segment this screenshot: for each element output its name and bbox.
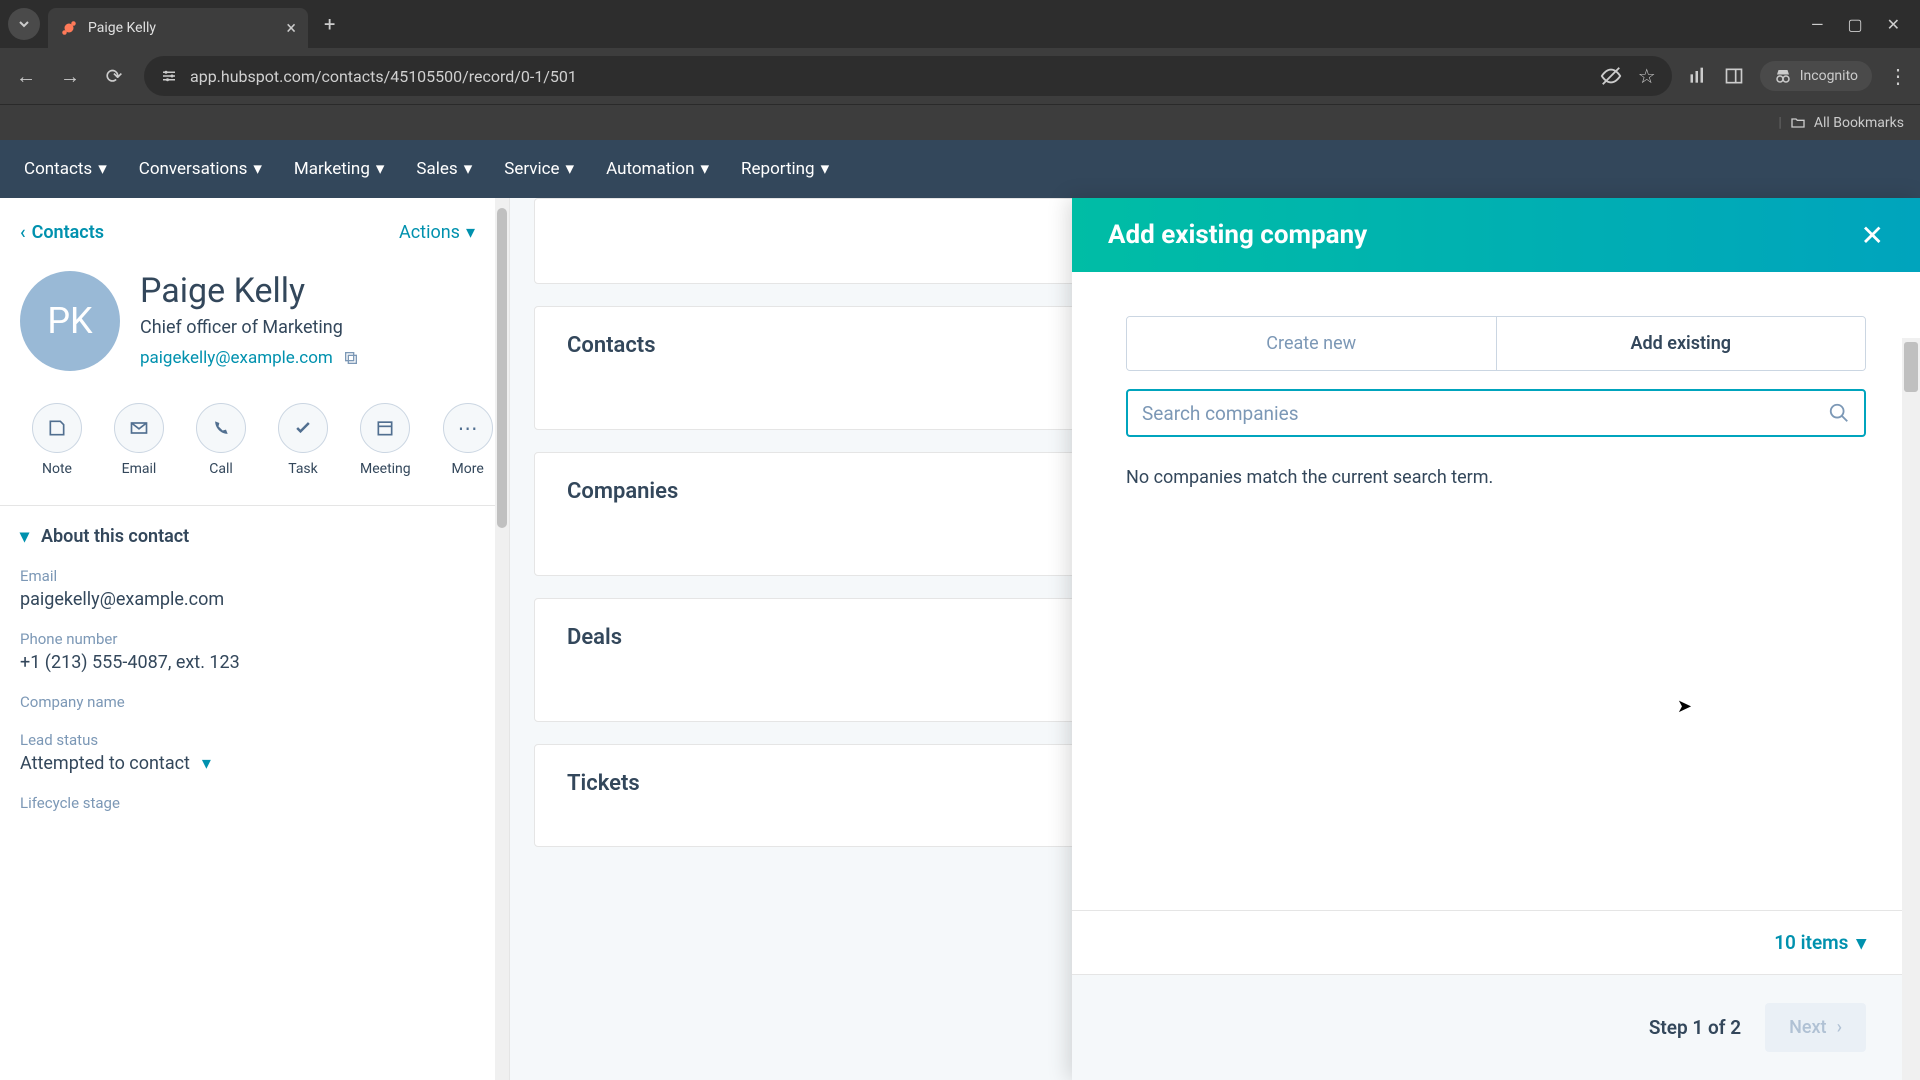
panel-close-button[interactable]: ✕ — [1861, 219, 1884, 252]
site-settings-icon — [160, 67, 178, 85]
about-section-toggle[interactable]: ▾ About this contact — [20, 526, 489, 547]
panel-header: Add existing company ✕ — [1072, 198, 1920, 272]
tab-create-new[interactable]: Create new — [1127, 317, 1497, 370]
nav-service[interactable]: Service▾ — [504, 159, 574, 179]
add-company-panel: Add existing company ✕ Create new Add ex… — [1072, 198, 1920, 1080]
chevron-right-icon: › — [1837, 1017, 1842, 1038]
eye-off-icon[interactable] — [1600, 65, 1622, 87]
chevron-down-icon — [18, 18, 30, 30]
browser-tab[interactable]: Paige Kelly × — [48, 8, 308, 48]
chevron-left-icon: ‹ — [20, 222, 26, 243]
lead-status-select[interactable]: Attempted to contact ▾ — [20, 753, 489, 774]
folder-icon — [1790, 115, 1806, 131]
bookmarks-bar: | All Bookmarks — [0, 104, 1920, 140]
meeting-button[interactable]: Meeting — [360, 403, 411, 477]
new-tab-button[interactable]: + — [324, 12, 335, 36]
phone-icon — [211, 418, 231, 438]
email-field-value[interactable]: paigekelly@example.com — [20, 589, 489, 610]
chevron-down-icon: ▾ — [1856, 931, 1866, 954]
items-per-page-select[interactable]: 10 items ▾ — [1774, 931, 1866, 954]
tab-add-existing[interactable]: Add existing — [1497, 317, 1866, 370]
search-companies-box[interactable] — [1126, 389, 1866, 437]
task-icon — [293, 418, 313, 438]
reload-button[interactable]: ⟳ — [100, 64, 128, 88]
contact-sidebar: ‹ Contacts Actions ▾ PK Paige Kelly Chie… — [0, 198, 510, 1080]
email-icon — [129, 418, 149, 438]
note-button[interactable]: Note — [32, 403, 82, 477]
browser-toolbar: ← → ⟳ app.hubspot.com/contacts/45105500/… — [0, 48, 1920, 104]
chevron-down-icon: ▾ — [253, 159, 262, 179]
email-button[interactable]: Email — [114, 403, 164, 477]
tab-title: Paige Kelly — [88, 20, 276, 36]
chevron-down-icon: ▾ — [566, 159, 575, 179]
call-button[interactable]: Call — [196, 403, 246, 477]
chevron-down-icon: ▾ — [20, 526, 29, 547]
address-bar[interactable]: app.hubspot.com/contacts/45105500/record… — [144, 56, 1672, 96]
nav-marketing[interactable]: Marketing▾ — [294, 159, 385, 179]
contact-job-title: Chief officer of Marketing — [140, 317, 489, 338]
lifecycle-stage-label: Lifecycle stage — [20, 794, 489, 812]
url-text: app.hubspot.com/contacts/45105500/record… — [190, 67, 577, 86]
tab-search-button[interactable] — [8, 8, 40, 40]
chevron-down-icon: ▾ — [202, 753, 211, 774]
page-scrollbar[interactable] — [1902, 338, 1920, 1080]
window-controls: — ▢ ✕ — [1811, 15, 1912, 34]
contact-name: Paige Kelly — [140, 271, 489, 311]
minimize-button[interactable]: — — [1811, 15, 1824, 34]
incognito-badge[interactable]: Incognito — [1760, 61, 1872, 91]
bookmark-star-icon[interactable]: ☆ — [1638, 64, 1656, 88]
phone-field-label: Phone number — [20, 630, 489, 648]
task-button[interactable]: Task — [278, 403, 328, 477]
browser-menu-button[interactable]: ⋮ — [1888, 64, 1908, 88]
sidebar-scrollbar[interactable] — [495, 198, 509, 1080]
calendar-icon — [375, 418, 395, 438]
chevron-down-icon: ▾ — [701, 159, 710, 179]
lead-status-label: Lead status — [20, 731, 489, 749]
copy-icon[interactable] — [343, 350, 359, 366]
more-button[interactable]: ⋯More — [443, 403, 493, 477]
avatar[interactable]: PK — [20, 271, 120, 371]
forward-button[interactable]: → — [56, 64, 84, 89]
back-label: Contacts — [32, 222, 104, 243]
side-panel-icon[interactable] — [1724, 66, 1744, 86]
next-button[interactable]: Next › — [1765, 1003, 1866, 1052]
media-control-icon[interactable] — [1688, 66, 1708, 86]
chevron-down-icon: ▾ — [464, 159, 473, 179]
phone-field-value[interactable]: +1 (213) 555-4087, ext. 123 — [20, 652, 489, 673]
chevron-down-icon: ▾ — [466, 222, 475, 243]
nav-automation[interactable]: Automation▾ — [606, 159, 709, 179]
nav-conversations[interactable]: Conversations▾ — [139, 159, 262, 179]
panel-tab-toggle: Create new Add existing — [1126, 316, 1866, 371]
main-nav: Contacts▾ Conversations▾ Marketing▾ Sale… — [0, 140, 1920, 198]
hubspot-favicon-icon — [60, 19, 78, 37]
chevron-down-icon: ▾ — [98, 159, 107, 179]
panel-title: Add existing company — [1108, 220, 1367, 250]
incognito-icon — [1774, 67, 1792, 85]
nav-sales[interactable]: Sales▾ — [416, 159, 472, 179]
nav-reporting[interactable]: Reporting▾ — [741, 159, 829, 179]
tab-close-button[interactable]: × — [286, 18, 296, 39]
search-icon[interactable] — [1828, 402, 1850, 424]
maximize-button[interactable]: ▢ — [1847, 15, 1862, 34]
browser-tab-strip: Paige Kelly × + — ▢ ✕ — [0, 0, 1920, 48]
back-button[interactable]: ← — [12, 64, 40, 89]
incognito-label: Incognito — [1800, 68, 1858, 84]
step-indicator: Step 1 of 2 — [1649, 1016, 1741, 1039]
search-companies-input[interactable] — [1142, 402, 1828, 425]
no-results-text: No companies match the current search te… — [1126, 467, 1866, 488]
close-window-button[interactable]: ✕ — [1887, 15, 1900, 34]
chevron-down-icon: ▾ — [821, 159, 830, 179]
all-bookmarks-button[interactable]: All Bookmarks — [1814, 115, 1904, 131]
chevron-down-icon: ▾ — [376, 159, 385, 179]
actions-dropdown[interactable]: Actions ▾ — [399, 222, 475, 243]
company-field-label: Company name — [20, 693, 489, 711]
email-field-label: Email — [20, 567, 489, 585]
contact-email: paigekelly@example.com — [140, 348, 489, 368]
ellipsis-icon: ⋯ — [458, 416, 478, 440]
panel-footer: Step 1 of 2 Next › — [1072, 974, 1920, 1080]
note-icon — [47, 418, 67, 438]
nav-contacts[interactable]: Contacts▾ — [24, 159, 107, 179]
